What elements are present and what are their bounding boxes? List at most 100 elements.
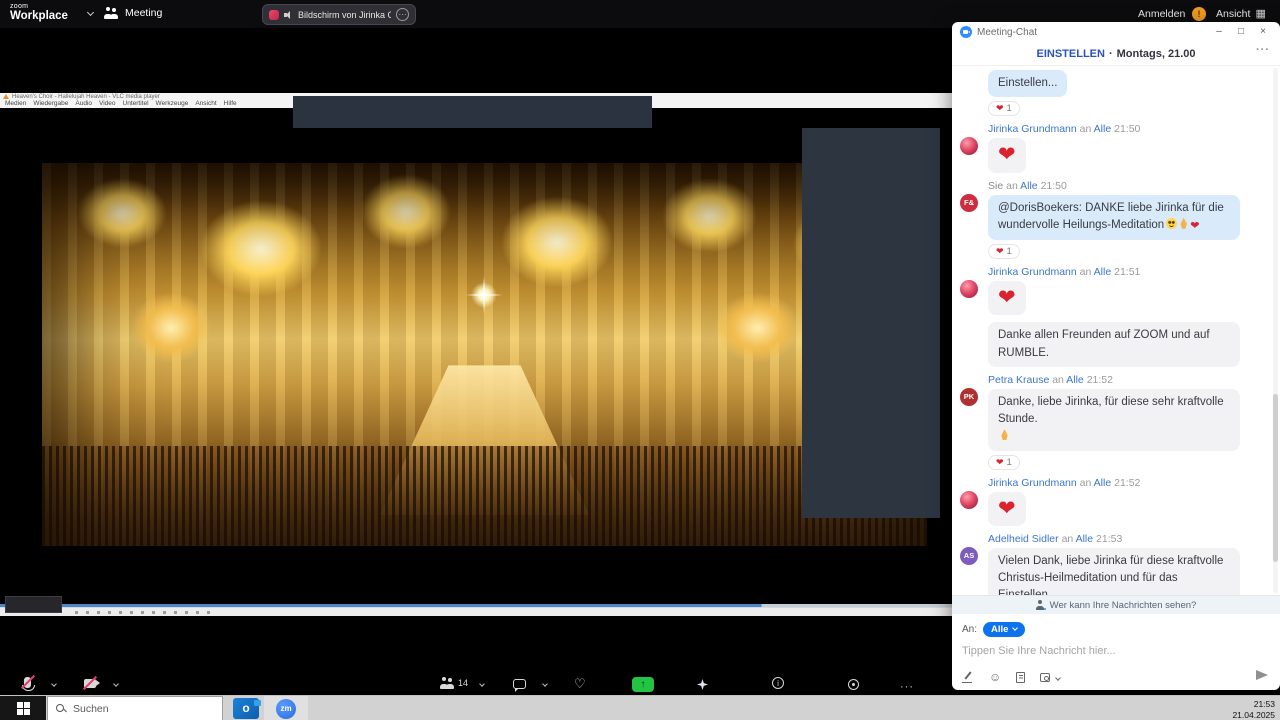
taskbar-clock[interactable]: 21:53 21.04.2025 [1232,699,1275,720]
meeting-tab-label: Meeting [125,7,163,19]
message-bubble: Danke, liebe Jirinka, für diese sehr kra… [988,388,1240,451]
chat-button[interactable] [513,679,526,692]
reaction-count: 1 [1006,103,1012,115]
shared-app-icon [269,9,279,20]
channel-more-icon[interactable]: ··· [1256,44,1270,56]
meeting-chat-window: Meeting-Chat – □ × EINSTELLEN · Montags,… [952,22,1280,690]
avatar [960,490,978,509]
search-icon [56,703,66,714]
format-icon[interactable] [962,671,974,683]
close-button[interactable]: × [1252,24,1274,40]
start-button[interactable] [0,696,46,720]
vlc-menu-ansicht[interactable]: Ansicht [195,100,216,108]
heart-icon [998,506,1016,518]
vlc-menu-video[interactable]: Video [99,100,116,108]
attach-file-icon[interactable] [1016,671,1026,683]
an-label: an [1052,373,1064,386]
an-label: an [1079,123,1092,136]
chevron-down-icon[interactable] [86,8,95,17]
more-toolbar-button[interactable] [900,677,914,695]
chat-message: Adelheid Sidler an Alle 21:53 AS Vielen … [952,533,1280,595]
heart-icon [1190,218,1199,235]
ai-companion-button[interactable] [697,679,708,690]
send-icon[interactable] [1256,670,1268,680]
tab-shared-screen[interactable]: Bildschirm von Jirinka Grunc ··· [262,4,416,25]
audio-options-chevron-icon[interactable] [51,681,57,687]
shared-screen-label: Bildschirm von Jirinka Grunc [298,9,391,20]
recipient-dropdown[interactable]: Alle [983,621,1026,637]
recipient: Alle [1093,123,1112,136]
screenshot-chevron-icon[interactable] [1055,675,1062,681]
vlc-menu-untertitel[interactable]: Untertitel [123,100,149,108]
brand-zoom: zoom [10,3,29,10]
vlc-menu-werkzeuge[interactable]: Werkzeuge [156,100,189,108]
stop-video-button[interactable] [82,675,100,691]
vlc-transport-controls[interactable] [75,611,210,614]
chat-scrollbar[interactable] [1273,68,1278,593]
screenshot-icon[interactable] [1040,672,1051,682]
visibility-banner[interactable]: Wer kann Ihre Nachrichten sehen? [952,595,1280,614]
participants-chevron-icon[interactable] [479,681,485,687]
signin-button[interactable]: Anmelden [1138,8,1185,20]
scrollbar-thumb[interactable] [1273,393,1278,562]
heart-icon [996,246,1004,257]
heart-icon [996,103,1004,114]
taskbar-search[interactable] [47,696,223,720]
message-text: Danke, liebe Jirinka, für diese sehr kra… [998,395,1224,425]
zoom-taskbar-slot[interactable]: zm [264,696,308,720]
view-label: Ansicht [1216,8,1251,20]
chat-message: Jirinka Grundmann an Alle 21:50 [952,123,1280,173]
emoji-icon[interactable]: ☺ [989,671,1001,683]
message-bubble: Einstellen... [988,70,1068,98]
timestamp: 21:53 [1096,532,1123,545]
message-input[interactable] [962,639,1270,663]
vlc-menu-audio[interactable]: Audio [75,100,92,108]
tab-meeting[interactable]: Meeting [104,7,162,19]
avatar: F& [960,193,978,212]
message-bubble: @DorisBoekers: DANKE liebe Jirinka für d… [988,194,1240,240]
message-bubble [988,281,1026,316]
vlc-menu-hilfe[interactable]: Hilfe [224,100,237,108]
vlc-menu-medien[interactable]: Medien [5,100,26,108]
maximize-button[interactable]: □ [1230,24,1252,40]
to-label: An: [962,623,978,635]
chevron-down-icon [1012,625,1019,631]
reaction-pill[interactable]: 1 [988,454,1020,470]
person-icon [1036,600,1047,611]
record-icon [848,679,859,690]
participants-button[interactable]: 14 [440,677,468,689]
share-screen-button[interactable]: ↑ [632,677,654,692]
reaction-pill[interactable]: 1 [988,101,1020,117]
info-button[interactable]: i [772,677,784,689]
vlc-cone-icon [3,94,9,99]
channel-header: EINSTELLEN · Montags, 21.00 ··· [952,42,1280,66]
brand-workplace: Workplace [10,10,68,22]
channel-title: EINSTELLEN [1036,47,1105,60]
reaction-pill[interactable]: 1 [988,244,1020,259]
recipient: Alle [1093,266,1112,278]
message-bubble [988,491,1026,526]
record-button[interactable] [848,679,859,690]
warning-badge-icon[interactable]: ! [1192,7,1206,21]
outlook-taskbar-icon[interactable]: o [233,698,261,719]
video-options-chevron-icon[interactable] [113,681,119,687]
search-input[interactable] [73,702,193,715]
separator: · [1108,47,1113,60]
reactions-button[interactable]: ♡ [574,677,586,690]
minimize-button[interactable]: – [1208,24,1230,40]
chat-message: Jirinka Grundmann an Alle 21:52 [952,477,1280,526]
more-options-icon[interactable]: ··· [396,8,409,21]
clock-time: 21:53 [1253,699,1275,709]
folded-hands-icon [1180,217,1187,229]
vlc-menu-wiedergabe[interactable]: Wiedergabe [33,100,68,108]
mute-microphone-button[interactable] [20,674,36,691]
recipient: Alle [1075,532,1094,545]
shared-video-golden-hall [42,163,927,546]
avatar [960,137,978,156]
chat-chevron-icon[interactable] [542,681,548,687]
chat-bubble-icon [513,679,526,692]
sender-name: Adelheid Sidler [988,532,1059,545]
recipient: Alle [1093,476,1112,489]
view-button[interactable]: Ansicht ▦ [1216,8,1266,20]
vlc-control-bar [0,607,952,616]
